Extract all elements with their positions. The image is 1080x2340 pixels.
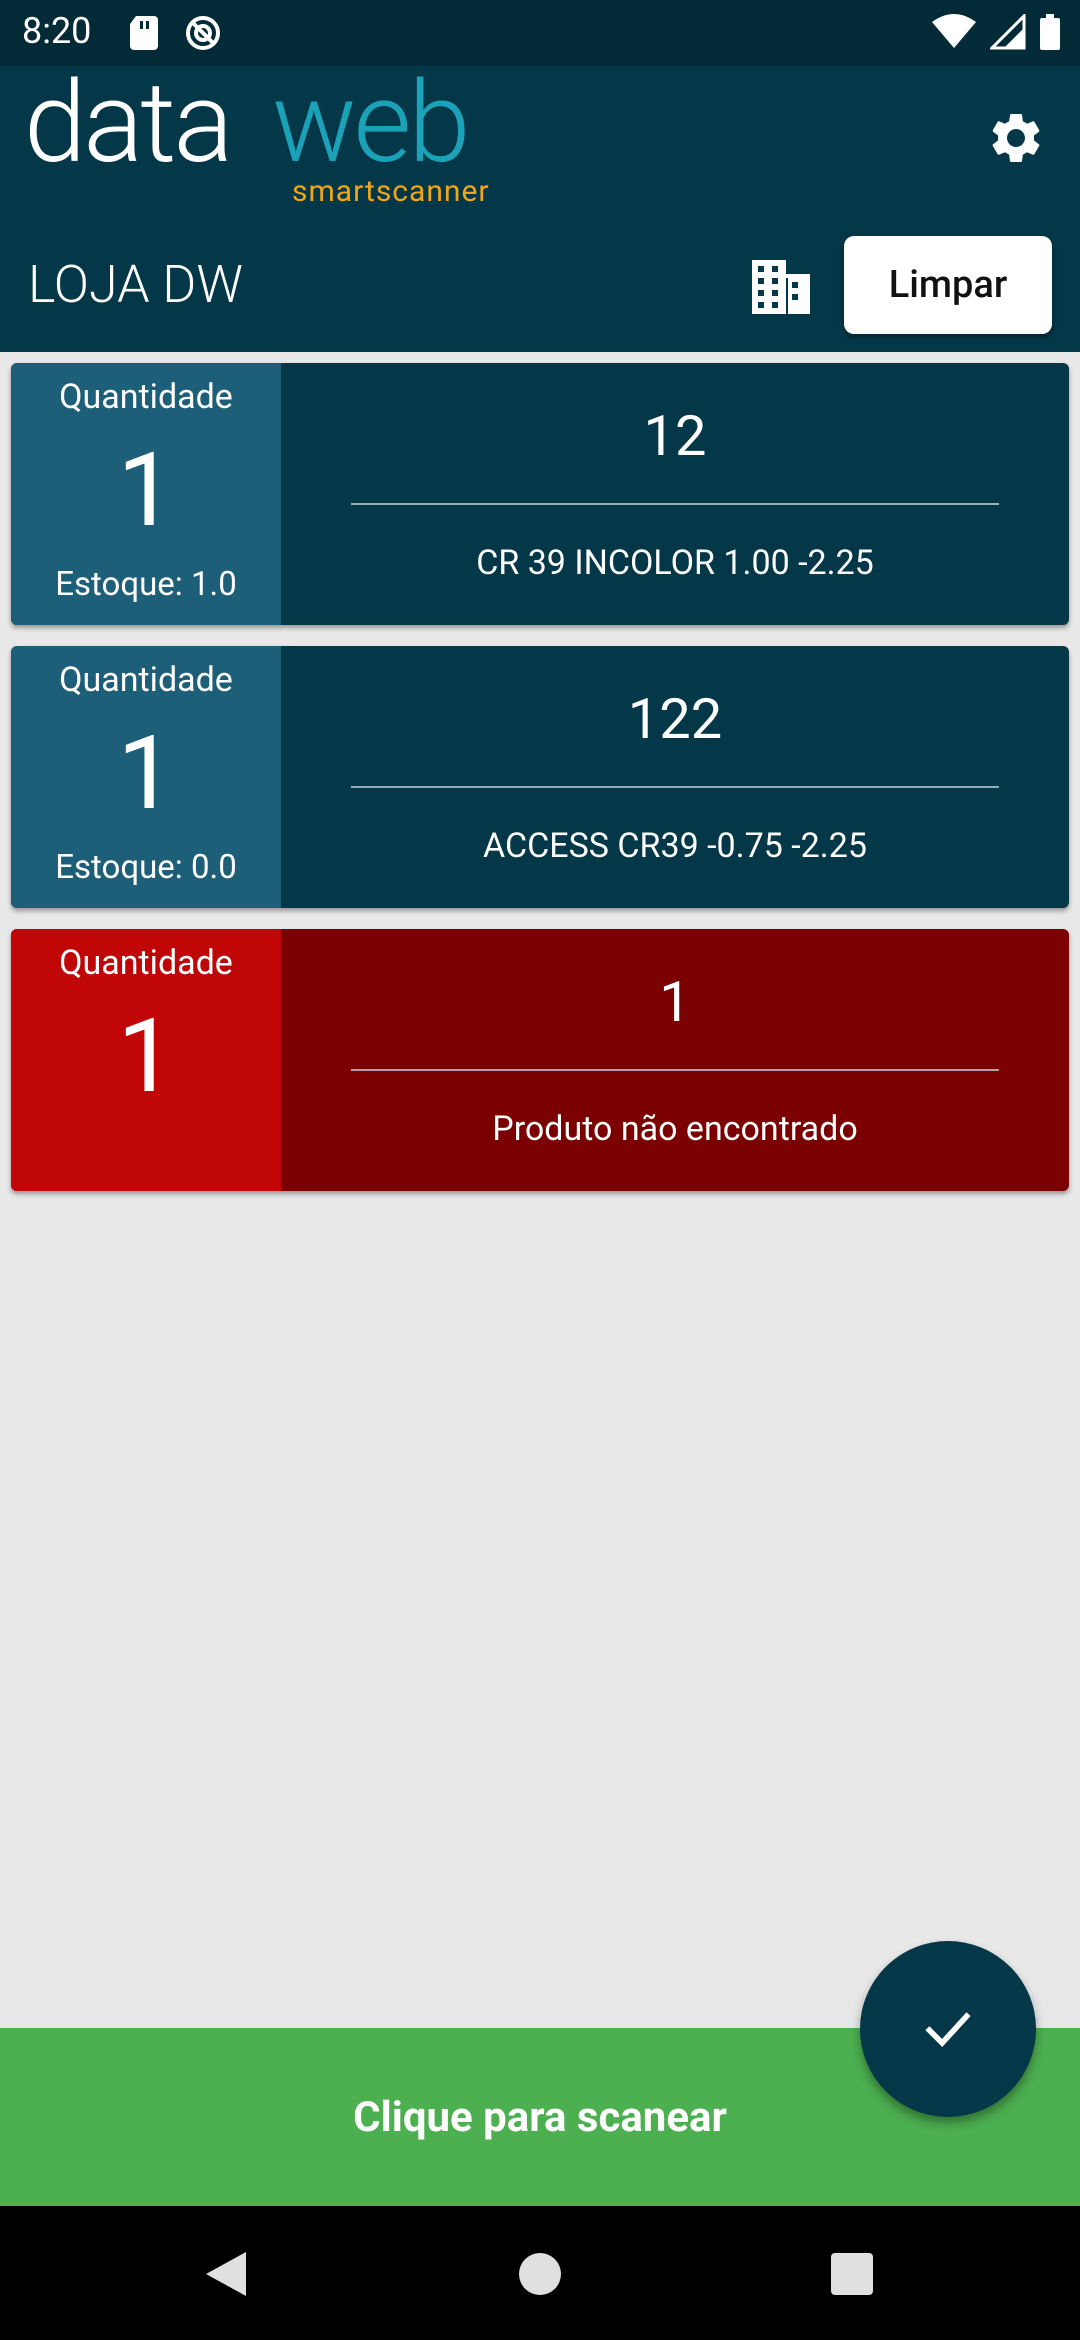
scanned-item-card[interactable]: Quantidade 1 Estoque: 1.0 12 CR 39 INCOL…: [11, 363, 1069, 625]
signal-icon: [990, 14, 1026, 50]
product-description: Produto não encontrado: [492, 1109, 858, 1149]
confirm-fab[interactable]: [860, 1941, 1036, 2117]
quantity-value: 1: [117, 996, 175, 1116]
back-icon[interactable]: [202, 2250, 250, 2298]
battery-icon: [1040, 14, 1060, 50]
store-name: LOJA DW: [28, 254, 243, 315]
product-info: 12 CR 39 INCOLOR 1.00 -2.25: [281, 363, 1069, 625]
quantity-value: 1: [117, 713, 175, 833]
logo-tagline: smartscanner: [292, 174, 490, 209]
quantity-value: 1: [117, 430, 175, 550]
stock-text: Estoque: 1.0: [55, 565, 237, 604]
divider: [351, 503, 999, 505]
logo-secondary-text: web: [272, 58, 471, 189]
stock-text: Estoque: 0.0: [55, 848, 237, 887]
logo-primary-text: data: [24, 58, 233, 189]
scanned-item-card[interactable]: Quantidade 1 Estoque: 0.0 122 ACCESS CR3…: [11, 646, 1069, 908]
quantity-label: Quantidade: [59, 377, 233, 417]
status-bar: 8:20: [0, 0, 1080, 66]
divider: [351, 786, 999, 788]
quantity-panel[interactable]: Quantidade 1 Estoque: 0.0: [11, 646, 281, 908]
quantity-panel[interactable]: Quantidade 1 Estoque: 1.0: [11, 363, 281, 625]
recents-icon[interactable]: [828, 2250, 876, 2298]
product-code: 122: [627, 686, 723, 752]
product-code: 12: [643, 403, 707, 469]
gear-icon[interactable]: [986, 108, 1046, 168]
product-description: CR 39 INCOLOR 1.00 -2.25: [476, 543, 874, 583]
product-info: 122 ACCESS CR39 -0.75 -2.25: [281, 646, 1069, 908]
quantity-label: Quantidade: [59, 660, 233, 700]
app-bar: data web smartscanner LOJA DW Limpar: [0, 58, 1080, 352]
do-not-disturb-icon: [186, 16, 220, 50]
quantity-label: Quantidade: [59, 943, 233, 983]
quantity-panel[interactable]: Quantidade 1: [11, 929, 281, 1191]
sd-card-icon: [130, 16, 158, 50]
system-nav-bar: [0, 2206, 1080, 2340]
product-info: 1 Produto não encontrado: [281, 929, 1069, 1191]
scanned-item-card-not-found[interactable]: Quantidade 1 1 Produto não encontrado: [11, 929, 1069, 1191]
home-icon[interactable]: [516, 2250, 564, 2298]
status-time: 8:20: [22, 10, 92, 52]
product-description: ACCESS CR39 -0.75 -2.25: [483, 826, 867, 866]
check-icon: [925, 2012, 971, 2048]
divider: [351, 1069, 999, 1071]
product-code: 1: [659, 969, 691, 1035]
building-icon[interactable]: [750, 258, 812, 316]
wifi-icon: [932, 14, 976, 48]
clear-button[interactable]: Limpar: [844, 236, 1052, 334]
dataweb-logo: data web smartscanner: [24, 58, 494, 209]
